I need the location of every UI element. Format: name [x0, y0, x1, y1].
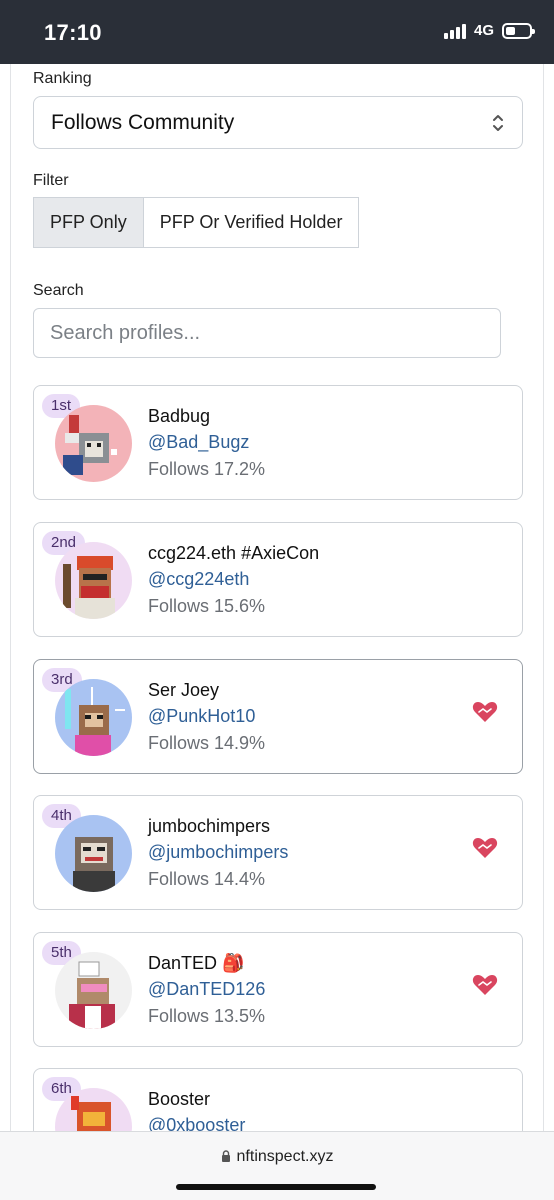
- status-indicators: 4G: [443, 22, 535, 39]
- follows-percentage: Follows 17.2%: [148, 459, 266, 479]
- avatar: [55, 405, 132, 482]
- profile-name: Ser Joey: [148, 680, 220, 700]
- filter-label: Filter: [33, 172, 69, 189]
- profile-card[interactable]: 2nd ccg224.eth #AxieCon @ccg224eth Follo…: [33, 522, 523, 637]
- network-type: 4G: [473, 22, 494, 39]
- follows-percentage: Follows 14.4%: [148, 869, 266, 889]
- signal-icon: [443, 23, 466, 39]
- browser-bottom-bar: nftinspect.xyz: [0, 1131, 554, 1200]
- profile-name: Badbug: [148, 406, 211, 426]
- ranking-select[interactable]: Follows Community: [33, 96, 523, 149]
- profile-handle-link[interactable]: @PunkHot10: [148, 706, 255, 727]
- avatar: [55, 679, 132, 756]
- main-content: Ranking Follows Community Filter PFP Onl…: [10, 64, 544, 1131]
- search-label: Search: [33, 282, 84, 299]
- profile-card[interactable]: 6th Booster @0xbooster: [33, 1068, 523, 1131]
- chevron-up-down-icon: [493, 115, 503, 131]
- lock-icon: [221, 1150, 230, 1162]
- profile-handle-link[interactable]: @jumbochimpers: [148, 842, 288, 863]
- url-text: nftinspect.xyz: [236, 1148, 334, 1165]
- avatar: [55, 815, 132, 892]
- profile-name: ccg224.eth #AxieCon: [148, 543, 320, 563]
- avatar-image: [55, 405, 132, 482]
- avatar-image: [55, 952, 132, 1029]
- status-bar: 17:10 4G: [0, 0, 554, 64]
- address-bar[interactable]: nftinspect.xyz: [0, 1148, 554, 1166]
- profile-name: Booster: [148, 1089, 211, 1109]
- ranking-label: Ranking: [33, 70, 92, 87]
- profile-card[interactable]: 5th DanTED 🎒 @DanTED126 Follows 13.5%: [33, 932, 523, 1047]
- profile-name: DanTED 🎒: [148, 953, 245, 973]
- avatar-image: [55, 542, 132, 619]
- ranking-select-value: Follows Community: [51, 110, 235, 134]
- filter-toggle-group: PFP Only PFP Or Verified Holder: [33, 197, 360, 248]
- filter-pfp-or-verified-button[interactable]: PFP Or Verified Holder: [143, 197, 360, 248]
- profile-card[interactable]: 1st Badbug @Bad_Bugz Follows 17.2%: [33, 385, 523, 500]
- handshake-heart-icon: [472, 702, 498, 722]
- home-indicator[interactable]: [176, 1184, 376, 1190]
- follows-percentage: Follows 13.5%: [148, 1006, 266, 1026]
- avatar-image: [55, 679, 132, 756]
- handshake-heart-icon: [472, 838, 498, 858]
- profile-handle-link[interactable]: @ccg224eth: [148, 569, 249, 590]
- avatar-image: [55, 815, 132, 892]
- handshake-heart-icon: [472, 975, 498, 995]
- profile-handle-link[interactable]: @Bad_Bugz: [148, 432, 249, 453]
- profile-card[interactable]: 4th jumbochimpers @jumbochimpers Follows…: [33, 795, 523, 910]
- profile-card[interactable]: 3rd Ser Joey @PunkHot10 Follows 14.9%: [33, 659, 523, 774]
- avatar: [55, 542, 132, 619]
- follows-percentage: Follows 14.9%: [148, 733, 266, 753]
- profile-handle-link[interactable]: @0xbooster: [148, 1115, 245, 1131]
- battery-icon: [502, 22, 535, 39]
- status-time: 17:10: [44, 20, 102, 45]
- profile-name: jumbochimpers: [148, 816, 271, 836]
- search-input[interactable]: [33, 308, 501, 358]
- avatar: [55, 952, 132, 1029]
- profile-handle-link[interactable]: @DanTED126: [148, 979, 265, 1000]
- follows-percentage: Follows 15.6%: [148, 596, 266, 616]
- filter-pfp-only-button[interactable]: PFP Only: [33, 197, 144, 248]
